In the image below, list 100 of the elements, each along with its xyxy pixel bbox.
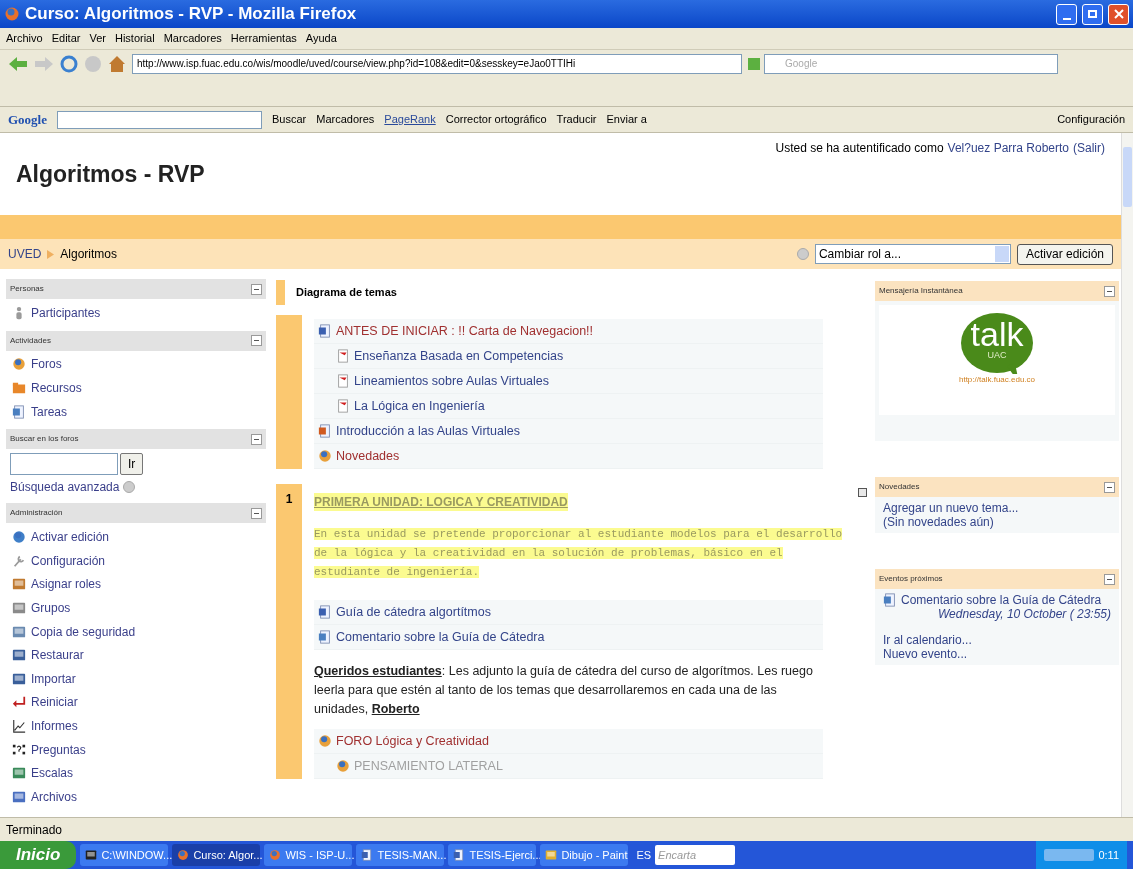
window-title: Curso: Algoritmos - RVP - Mozilla Firefox [25, 3, 358, 26]
talk-logo: talk UAC http://talk.fuac.edu.co [879, 305, 1115, 415]
collapse-icon[interactable] [251, 433, 262, 445]
toolbar-button[interactable]: PageRank [384, 111, 436, 128]
section-number: 1 [285, 491, 293, 508]
menu-item[interactable]: Ayuda [305, 30, 337, 47]
document-icon [453, 849, 466, 861]
help-icon[interactable] [796, 248, 809, 260]
globe-icon [318, 734, 332, 748]
question-mark-icon [12, 742, 26, 757]
address-field[interactable]: http://www.isp.fuac.edu.co/wis/moodle/uved/course/view.php?id=108&edit=0&sesskey=eJao0TTIHi [132, 53, 742, 74]
role-select[interactable]: Cambiar rol a... [814, 244, 1011, 264]
event-date: Wednesday, 10 October ( 23:55) [938, 607, 1111, 621]
sidebar-link[interactable]: Participantes [31, 303, 101, 322]
globe-icon [12, 357, 26, 372]
start-button[interactable]: Inicio [0, 841, 77, 869]
sidebar-link[interactable]: Activar edición [31, 528, 110, 547]
pdf-icon [336, 399, 350, 413]
search-field[interactable] [10, 453, 118, 476]
menu-item[interactable]: Ver [89, 30, 106, 47]
close-button[interactable] [1108, 3, 1129, 25]
menu-item[interactable]: Editar [51, 30, 81, 47]
toolbar-button[interactable]: Enviar a [606, 111, 647, 128]
course-title: Algoritmos - RVP [16, 160, 205, 189]
block-title: Buscar en los foros [10, 433, 79, 446]
taskbar-button[interactable]: Dibujo - Paint [540, 844, 629, 866]
calendar-link[interactable]: Ir al calendario... [883, 633, 1111, 647]
reload-icon[interactable] [60, 54, 78, 73]
add-topic-link[interactable]: Agregar un nuevo tema... [883, 501, 1111, 515]
toolbar-button[interactable]: Corrector ortográfico [445, 111, 547, 128]
sidebar-link[interactable]: Grupos [31, 598, 71, 617]
document-icon [318, 324, 332, 338]
breadcrumb-text: Algoritmos [60, 246, 118, 263]
sidebar-link[interactable]: Reiniciar [31, 693, 78, 712]
taskbar-button[interactable]: Curso: Algor... [172, 844, 261, 866]
user-link[interactable]: Vel?uez Parra Roberto [947, 139, 1069, 215]
collapse-icon[interactable] [1104, 481, 1115, 493]
sidebar-link[interactable]: Restaurar [31, 646, 84, 665]
sidebar-link[interactable]: Preguntas [31, 740, 86, 759]
taskbar-button[interactable]: WIS - ISP-U... [264, 844, 353, 866]
menu-item[interactable]: Archivo [6, 30, 43, 47]
block-title: Mensajería Instantánea [879, 285, 963, 297]
home-icon[interactable] [108, 54, 126, 73]
wrench-icon [12, 553, 26, 568]
advanced-search-link[interactable]: Búsqueda avanzada [10, 478, 120, 497]
sidebar-link[interactable]: Tareas [31, 402, 68, 421]
block-title: Administración [10, 507, 63, 520]
collapse-icon[interactable] [1104, 573, 1115, 585]
globe-icon [336, 759, 350, 773]
breadcrumb-link[interactable]: UVED [8, 245, 42, 263]
section-title: PRIMERA UNIDAD: LOGICA Y CREATIVIDAD [314, 493, 568, 511]
event-link[interactable]: Comentario sobre la Guía de Cátedra [901, 593, 1102, 607]
logout-link[interactable]: (Salir) [1073, 139, 1105, 215]
sidebar-link[interactable]: Recursos [31, 379, 82, 397]
toolbar-button[interactable]: Marcadores [316, 111, 375, 128]
menu-item[interactable]: Herramientas [230, 30, 297, 47]
folder-icon [12, 381, 26, 395]
collapse-icon[interactable] [251, 335, 262, 347]
sidebar-link[interactable]: Foros [31, 355, 62, 374]
section-summary: En esta unidad se pretende proporcionar al estudiante modelos para el desarrollo de la lógica y la creatividad en la solución de problemas, básico en el estudiante de ingeniería. [314, 527, 844, 580]
pdf-icon [336, 374, 350, 388]
sidebar-link[interactable]: Importar [31, 669, 76, 688]
toolbar-button[interactable]: Buscar [272, 111, 307, 128]
minimize-button[interactable] [1056, 3, 1077, 25]
sidebar-link[interactable]: Escalas [31, 764, 74, 783]
sidebar-link[interactable]: Asignar roles [31, 575, 102, 594]
document-icon [318, 605, 332, 619]
taskbar-button[interactable]: TESIS-MAN... [356, 844, 445, 866]
collapse-icon[interactable] [251, 507, 262, 519]
menu-item[interactable]: Marcadores [163, 30, 222, 47]
scrollbar[interactable] [1121, 133, 1133, 817]
sidebar-link[interactable]: Archivos [31, 787, 77, 806]
collapse-icon[interactable] [1104, 285, 1115, 297]
sidebar-link[interactable]: Copia de seguridad [31, 622, 136, 641]
resource-link[interactable]: Novedades [336, 446, 400, 466]
back-icon[interactable] [8, 55, 28, 72]
toolbar-search-field[interactable] [57, 110, 262, 129]
console-icon [85, 849, 98, 861]
collapse-icon[interactable] [858, 488, 867, 497]
calendar-link[interactable]: Nuevo evento... [883, 647, 1111, 661]
menu-item[interactable]: Historial [114, 30, 155, 47]
settings-button[interactable]: Configuración [1057, 111, 1125, 128]
topics-heading: Diagrama de temas [296, 285, 397, 301]
help-icon[interactable] [123, 481, 136, 494]
sidebar-link[interactable]: Informes [31, 716, 78, 735]
collapse-icon[interactable] [251, 283, 262, 295]
scroll-thumb[interactable] [1123, 147, 1132, 207]
block-title: Eventos próximos [879, 573, 943, 585]
document-icon [361, 849, 374, 861]
language-indicator: ES [636, 847, 652, 863]
browser-icon [177, 849, 190, 861]
toolbar-button[interactable]: Traducir [556, 111, 597, 128]
no-news-text: (Sin novedades aún) [883, 515, 995, 529]
restore-button[interactable] [1082, 3, 1103, 25]
edit-button[interactable]: Activar edición [1016, 243, 1113, 265]
note-text: Queridos estudiantes: Les adjunto la guía de cátedra del curso de algorítmos. Les ruego leerla para que estén al tanto de los temas que desarrollaremos en cada una de las unidades, Roberto [314, 663, 814, 718]
sidebar-link[interactable]: Configuración [31, 551, 106, 570]
globe-icon [318, 449, 332, 463]
go-button[interactable]: Ir [120, 453, 144, 476]
clock: 0:11 [1098, 847, 1119, 863]
